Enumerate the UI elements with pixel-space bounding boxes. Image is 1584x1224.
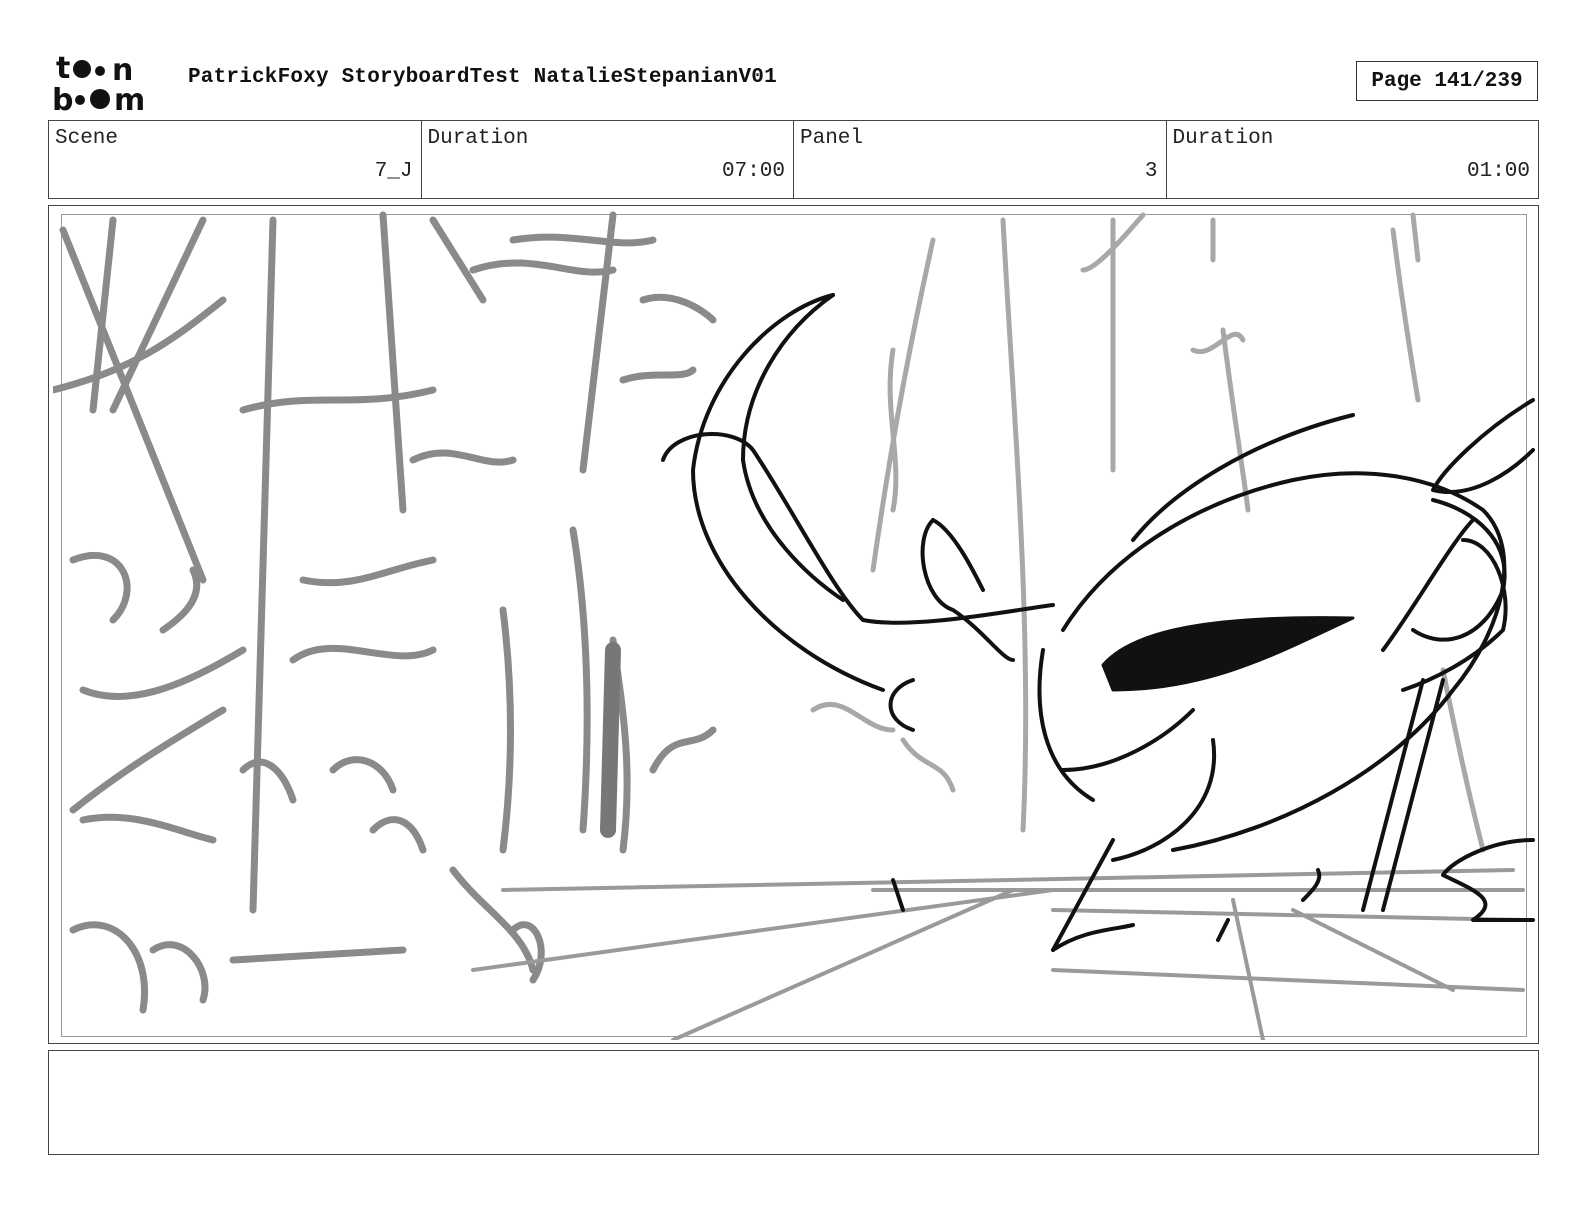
page-number: Page 141/239 [1371, 69, 1523, 93]
character-sketch [661, 293, 1535, 952]
scene-cell: Scene 7_J [49, 121, 422, 198]
forest-background [53, 211, 717, 1014]
dark-grass [600, 642, 621, 838]
panel-value: 3 [1144, 160, 1158, 183]
scene-duration-label: Duration [427, 127, 529, 150]
toonboom-logo-graphic: t n b m [52, 52, 145, 114]
page-indicator: Page 141/239 [1356, 61, 1538, 101]
panel-label: Panel [800, 127, 864, 150]
scene-duration-value: 07:00 [721, 160, 785, 183]
scene-duration-cell: Duration 07:00 [422, 121, 794, 198]
panel-duration-value: 01:00 [1466, 160, 1530, 183]
trees-right [810, 212, 1486, 853]
storyboard-panel [48, 205, 1539, 1044]
panel-duration-cell: Duration 01:00 [1167, 121, 1539, 198]
document-title: PatrickFoxy StoryboardTest NatalieStepan… [188, 66, 777, 89]
svg-text:m: m [114, 83, 145, 114]
panel-cell: Panel 3 [794, 121, 1167, 198]
toonboom-logo: t n b m [50, 52, 166, 114]
svg-text:b: b [52, 83, 73, 114]
panel-info-row: Scene 7_J Duration 07:00 Panel 3 Duratio… [48, 120, 1539, 199]
panel-duration-label: Duration [1172, 127, 1274, 150]
scene-value: 7_J [374, 160, 413, 183]
character-eye [1101, 616, 1355, 692]
svg-text:t: t [56, 52, 70, 86]
sketch-drawing [53, 211, 1535, 1040]
scene-label: Scene [55, 127, 119, 150]
panel-notes-area [48, 1050, 1539, 1155]
